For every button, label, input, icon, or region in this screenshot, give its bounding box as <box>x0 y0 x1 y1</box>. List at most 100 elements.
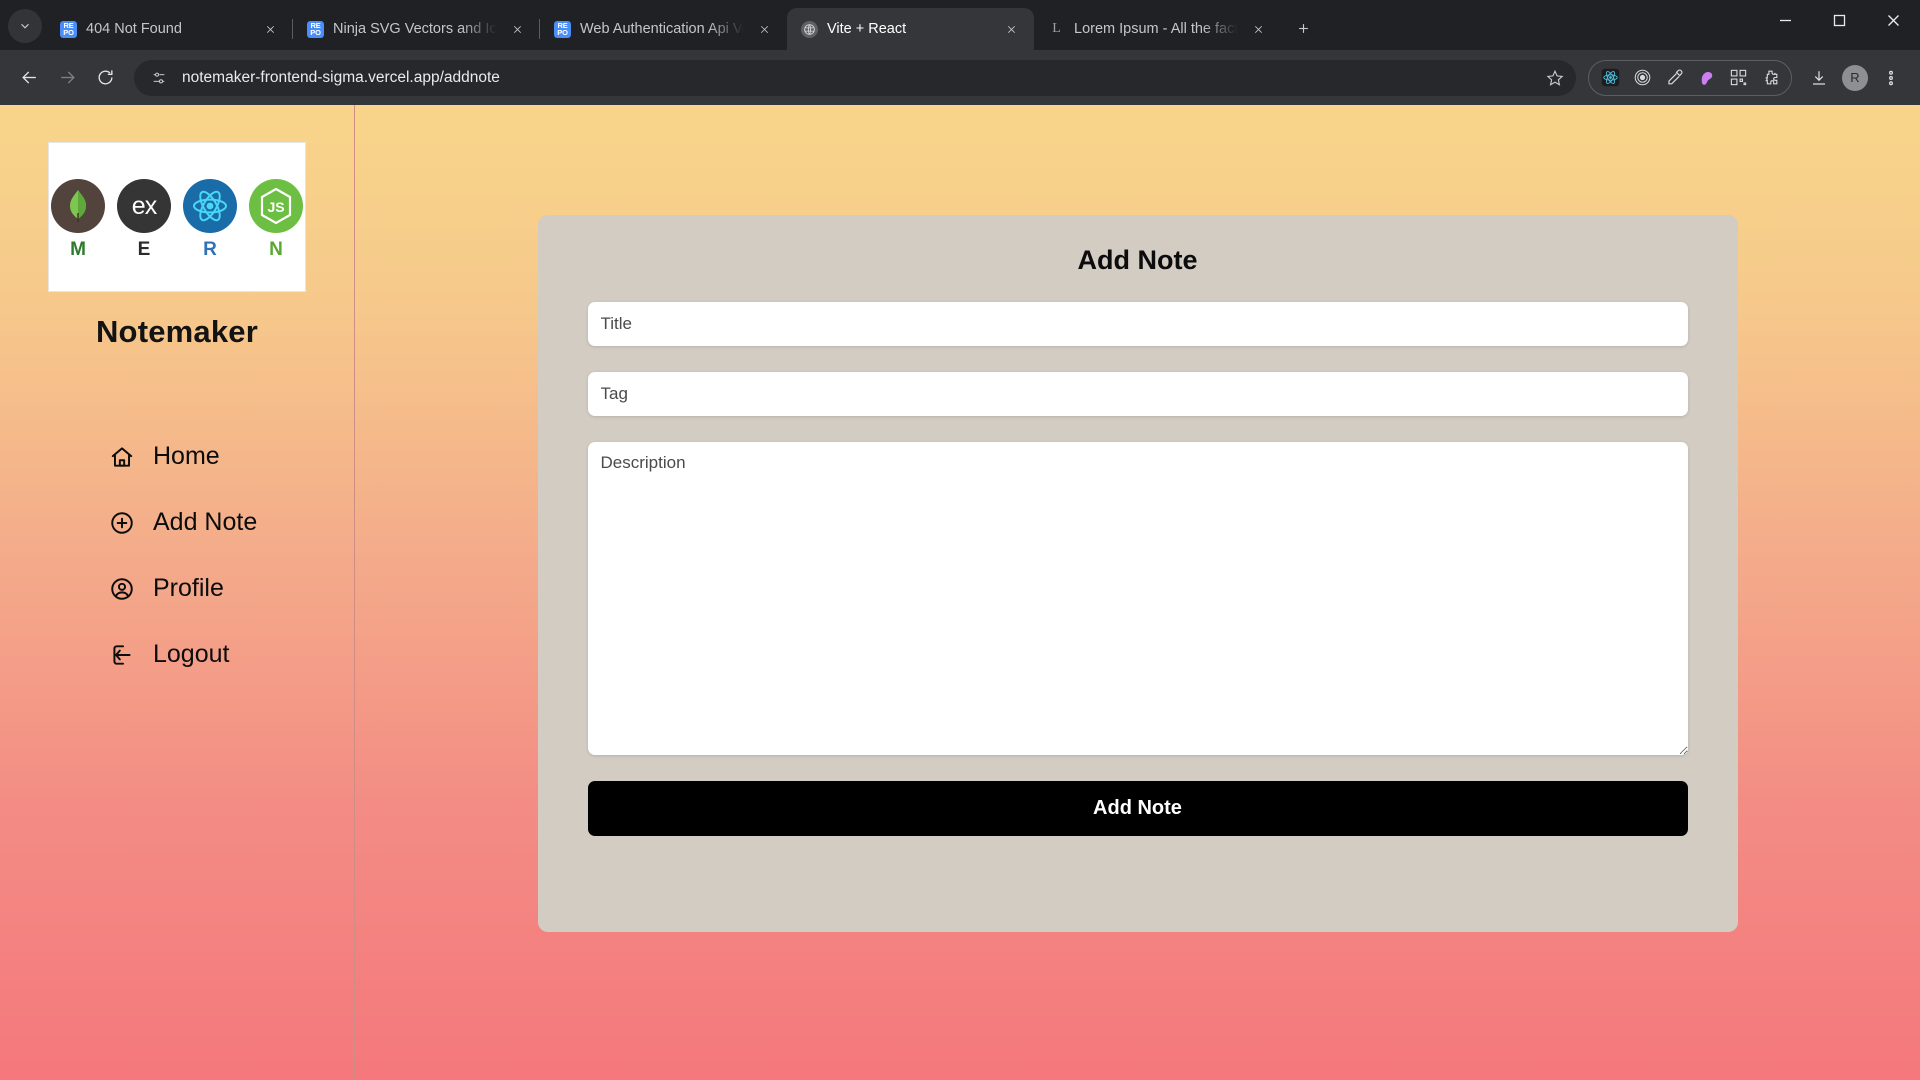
close-icon <box>1887 14 1899 26</box>
sidebar-item-home[interactable]: Home <box>108 442 354 471</box>
mern-logo-react: R <box>183 179 237 261</box>
arrow-left-icon <box>21 71 36 84</box>
title-input[interactable] <box>587 302 1688 346</box>
mern-letter: M <box>70 239 86 260</box>
chrome-menu-icon <box>1889 70 1893 85</box>
sidebar-nav: Home Add Note Profile Logout <box>0 442 354 669</box>
arrow-right-icon <box>60 71 75 84</box>
reload-icon <box>98 70 113 85</box>
close-icon <box>1254 25 1262 33</box>
browser-tab-5[interactable]: L Lorem Ipsum - All the facts - Lip <box>1034 8 1281 50</box>
sidebar-item-profile[interactable]: Profile <box>108 574 354 603</box>
toolbar-right-group: R <box>1802 61 1908 95</box>
tabs-container: RE PO 404 Not Found RE PO Ninja SVG Vector… <box>46 0 1758 50</box>
star-icon <box>1546 69 1564 86</box>
repo-icon: RE PO <box>60 20 77 38</box>
user-circle-icon <box>108 575 136 603</box>
site-settings-icon[interactable] <box>146 65 172 91</box>
address-bar[interactable]: notemaker-frontend-sigma.vercel.app/addn… <box>134 59 1576 96</box>
tab-close-button[interactable] <box>259 18 281 40</box>
mongodb-leaf-icon <box>51 179 105 233</box>
browser-toolbar: notemaker-frontend-sigma.vercel.app/addn… <box>0 50 1920 105</box>
react-atom-icon <box>183 179 237 233</box>
bookmark-star-icon[interactable] <box>1540 63 1570 93</box>
profile-button[interactable]: R <box>1838 61 1872 95</box>
new-tab-button[interactable] <box>1287 12 1319 44</box>
express-ex-icon: ex <box>117 179 171 233</box>
tab-title: 404 Not Found <box>86 21 182 37</box>
downloads-icon <box>1813 70 1825 85</box>
mern-logo: M ex E R JS N <box>48 142 306 292</box>
window-controls <box>1758 0 1920 50</box>
tag-input[interactable] <box>587 372 1688 416</box>
browser-tab-4-active[interactable]: Vite + React <box>787 8 1034 50</box>
eyedropper-icon[interactable] <box>1659 63 1689 93</box>
main-content: Add Note Add Note <box>355 105 1920 1080</box>
plus-circle-icon <box>108 509 136 537</box>
page-title: Notemaker <box>95 314 259 349</box>
minimize-icon <box>1779 19 1791 21</box>
maximize-button[interactable] <box>1812 0 1866 40</box>
sidebar: M ex E R JS N Notemaker Home Add Note Pr… <box>0 105 355 1080</box>
vite-icon <box>801 20 818 38</box>
lorem-icon: L <box>1052 21 1061 36</box>
tab-close-button[interactable] <box>1247 18 1269 40</box>
extensions-group <box>1588 59 1792 96</box>
close-icon <box>513 25 521 33</box>
mern-letter: N <box>269 239 283 260</box>
browser-tab-3[interactable]: REPO Web Authentication Api Vector <box>540 8 787 50</box>
sidebar-item-label: Add Note <box>153 508 258 536</box>
browser-tab-1[interactable]: RE PO 404 Not Found <box>46 8 293 50</box>
browser-window: RE PO 404 Not Found RE PO Ninja SVG Vector… <box>0 0 1920 1080</box>
tab-close-button[interactable] <box>506 18 528 40</box>
browser-tab-2[interactable]: REPO Ninja SVG Vectors and Icons - S <box>293 8 540 50</box>
color-blob-icon[interactable] <box>1691 63 1721 93</box>
mern-letter: R <box>203 239 217 260</box>
mern-logo-express: ex E <box>117 179 171 261</box>
tune-icon <box>153 72 165 83</box>
maximize-icon <box>1833 14 1845 26</box>
repo-icon: RE PO <box>554 20 571 38</box>
minimize-button[interactable] <box>1758 0 1812 40</box>
nodejs-hex-icon: JS <box>249 179 303 233</box>
mern-logo-mongodb: M <box>51 179 105 261</box>
card-title: Add Note <box>1077 245 1198 275</box>
home-icon <box>108 443 136 471</box>
sidebar-item-logout[interactable]: Logout <box>108 640 354 669</box>
repo-icon: RE PO <box>307 20 324 38</box>
add-note-submit-button[interactable]: Add Note <box>587 781 1688 836</box>
page-content: M ex E R JS N Notemaker Home Add Note Pr… <box>0 105 1920 1080</box>
react-devtools-icon[interactable] <box>1595 63 1625 93</box>
qr-code-icon[interactable] <box>1723 63 1753 93</box>
tab-title: Ninja SVG Vectors and Icons - S <box>333 21 497 37</box>
logout-arrow-icon <box>108 641 136 669</box>
close-icon <box>1007 25 1015 33</box>
close-window-button[interactable] <box>1866 0 1920 40</box>
tab-title: Web Authentication Api Vector <box>580 21 744 37</box>
sidebar-item-label: Logout <box>153 640 230 668</box>
close-icon <box>760 25 768 33</box>
mern-logo-row: M ex E R JS N <box>51 179 303 261</box>
forward-button[interactable] <box>50 61 84 95</box>
close-icon <box>266 25 274 33</box>
target-rings-icon[interactable] <box>1627 63 1657 93</box>
tab-title: Lorem Ipsum - All the facts - Lip <box>1074 21 1238 37</box>
chevron-down-icon <box>21 23 29 29</box>
tab-strip: RE PO 404 Not Found RE PO Ninja SVG Vector… <box>0 0 1920 50</box>
tab-close-button[interactable] <box>1000 18 1022 40</box>
reload-button[interactable] <box>88 61 122 95</box>
tab-search-button[interactable] <box>8 9 42 43</box>
description-textarea[interactable] <box>587 442 1688 755</box>
extensions-puzzle-icon[interactable] <box>1755 63 1785 93</box>
sidebar-item-label: Profile <box>153 574 224 602</box>
tab-close-button[interactable] <box>753 18 775 40</box>
svg-text:JS: JS <box>267 199 284 215</box>
back-button[interactable] <box>12 61 46 95</box>
downloads-button[interactable] <box>1802 61 1836 95</box>
tab-title: Vite + React <box>827 21 907 37</box>
chrome-menu-button[interactable] <box>1874 61 1908 95</box>
mern-logo-nodejs: JS N <box>249 179 303 261</box>
sidebar-item-add-note[interactable]: Add Note <box>108 508 354 537</box>
url-text: notemaker-frontend-sigma.vercel.app/addn… <box>182 68 500 86</box>
mern-letter: E <box>137 239 151 260</box>
